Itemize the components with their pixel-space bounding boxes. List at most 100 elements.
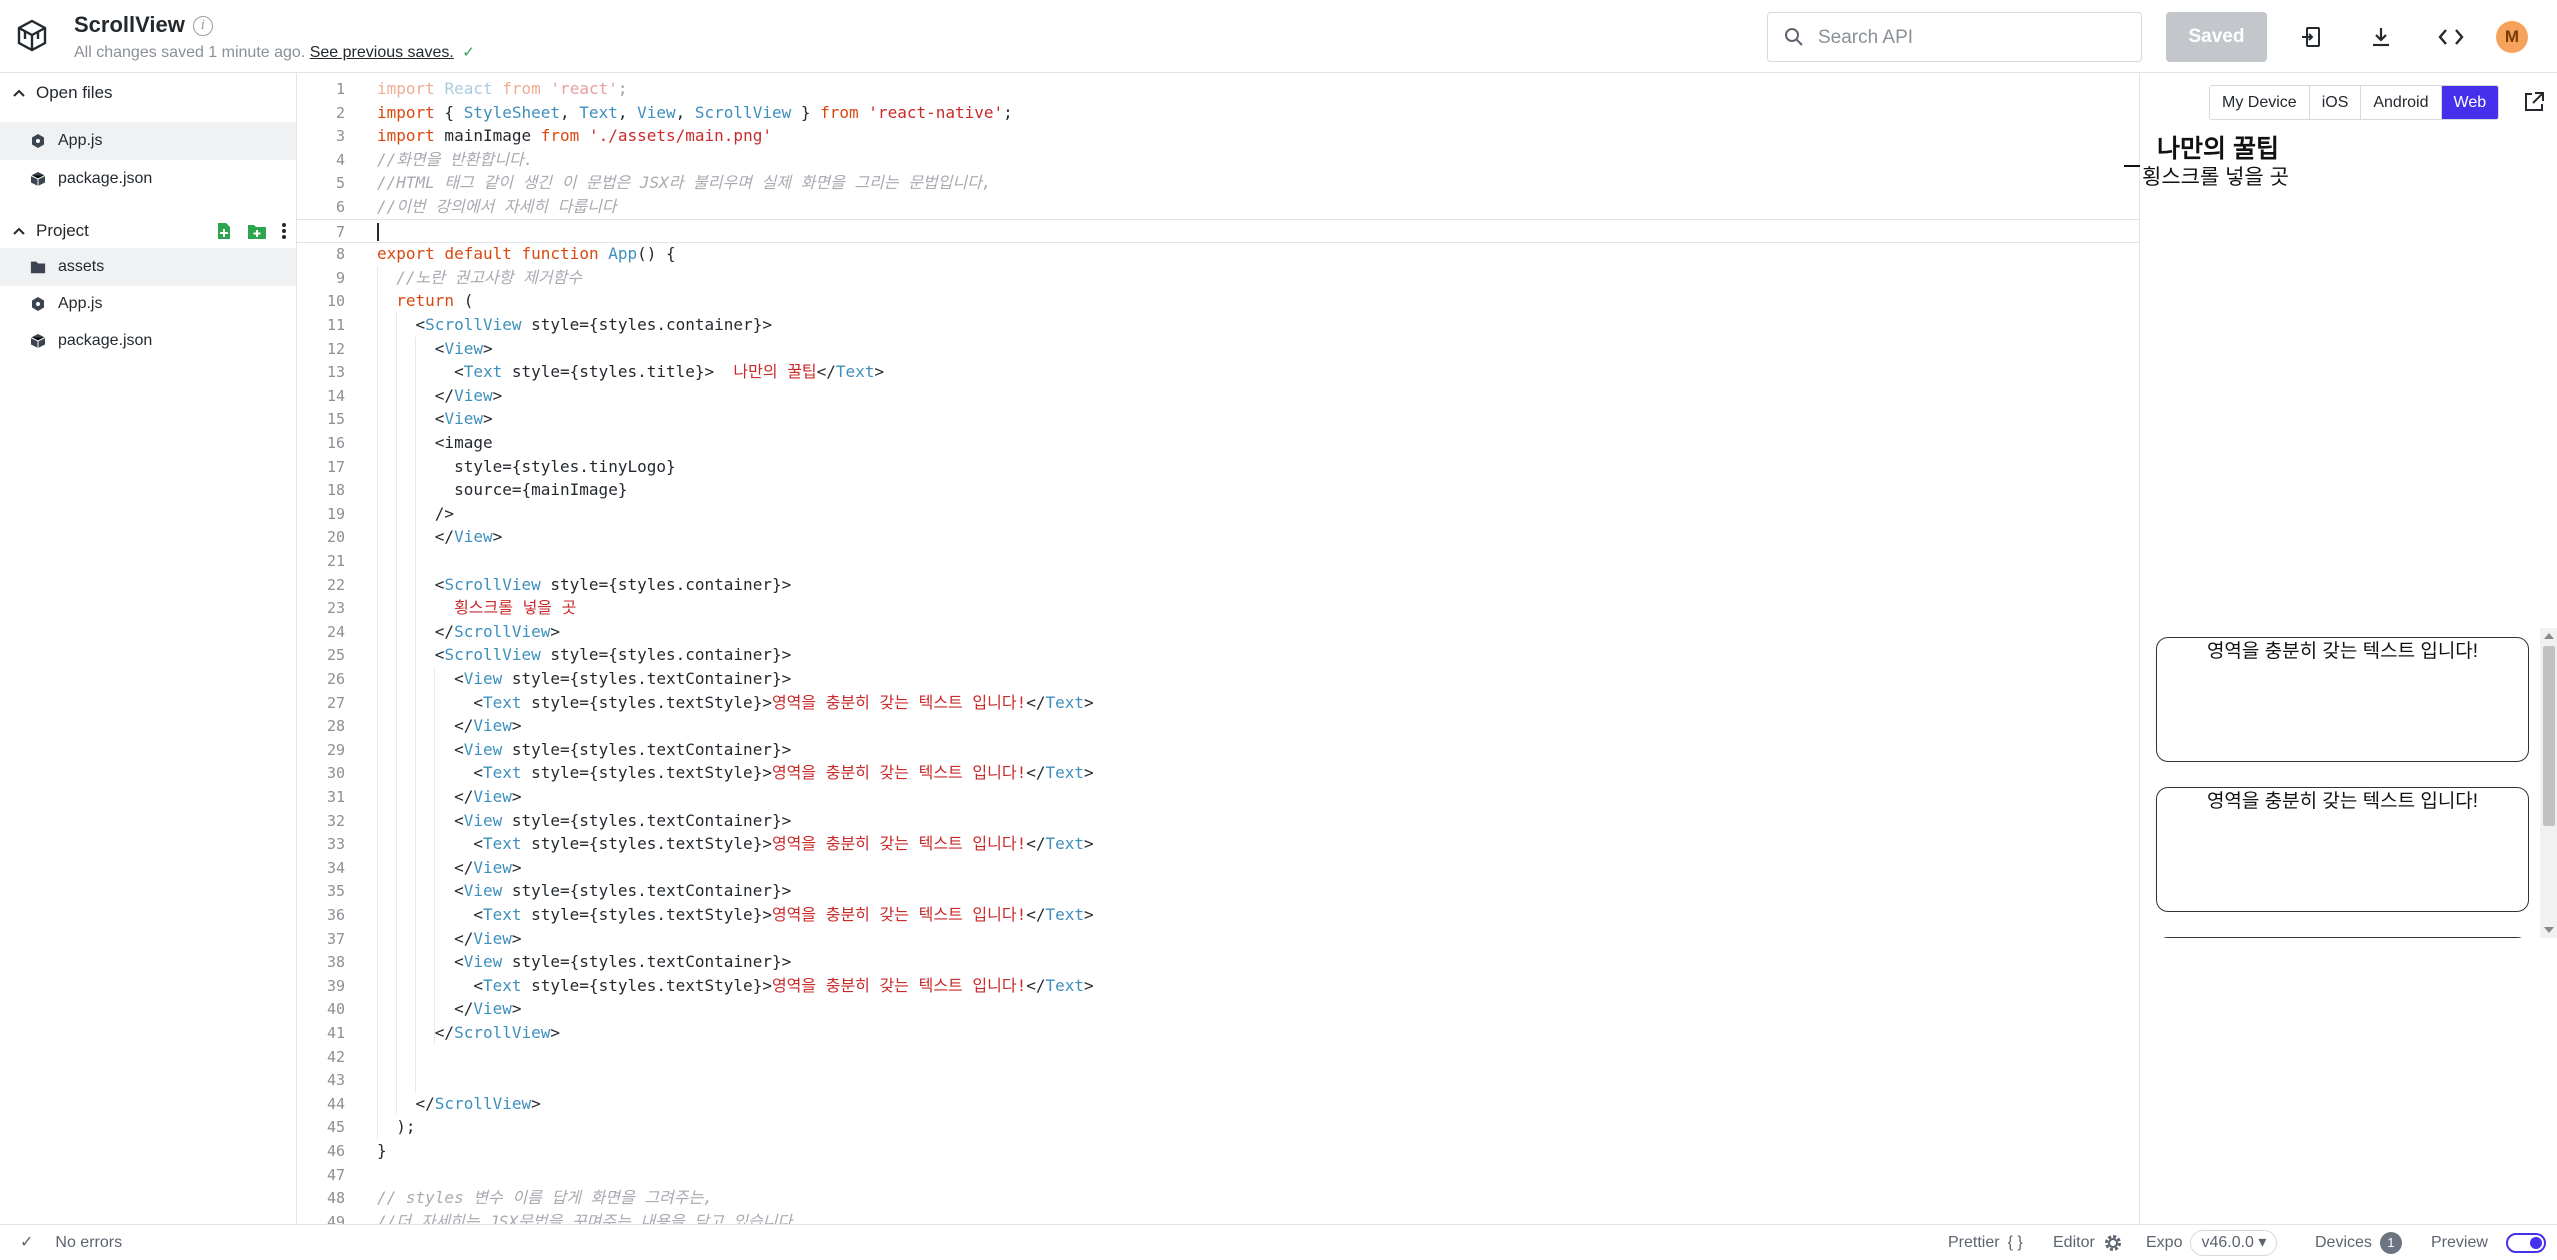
tab-ios[interactable]: iOS	[2309, 86, 2362, 119]
code-line[interactable]: 14 </View>	[297, 384, 2139, 408]
code-line[interactable]: 13 <Text style={styles.title}> 나만의 꿀팁</T…	[297, 360, 2139, 384]
editor-settings[interactable]: Editor	[2053, 1225, 2123, 1260]
code-line[interactable]: 38 <View style={styles.textContainer}>	[297, 950, 2139, 974]
code-text: return (	[396, 291, 474, 311]
code-line[interactable]: 28 </View>	[297, 714, 2139, 738]
open-files-header[interactable]: Open files	[0, 73, 297, 113]
code-line[interactable]: 29 <View style={styles.textContainer}>	[297, 738, 2139, 762]
code-line[interactable]: 34 </View>	[297, 856, 2139, 880]
code-editor[interactable]: 1 import React from 'react'; 2 import { Sty…	[297, 73, 2139, 1224]
code-line[interactable]: 37 </View>	[297, 927, 2139, 951]
preview-horizontal-scroll-text: 횡스크롤 넣을 곳	[2142, 166, 2289, 189]
code-line[interactable]: 49 //더 자세히는 JSX문법을 꾸며주는 내용을 담고 있습니다.	[297, 1210, 2139, 1224]
previous-saves-link[interactable]: See previous saves.	[310, 44, 454, 61]
code-line[interactable]: 44 </ScrollView>	[297, 1092, 2139, 1116]
line-number: 28	[326, 717, 345, 736]
prettier-toggle[interactable]: Prettier { }	[1948, 1225, 2023, 1260]
code-line[interactable]: 9 //노란 권고사항 제거함수	[297, 266, 2139, 290]
text-container-box: 영역을 충분히 갖는 텍스트 입니다!	[2156, 637, 2529, 762]
search-api-input[interactable]	[1818, 23, 2128, 53]
errors-status[interactable]: ✓ No errors	[20, 1225, 122, 1260]
embed-code-icon[interactable]	[2434, 20, 2468, 54]
code-line[interactable]: 42	[297, 1045, 2139, 1069]
code-line[interactable]: 5 //HTML 태그 같이 생긴 이 문법은 JSX라 불리우며 실제 화면을 …	[297, 171, 2139, 195]
code-line[interactable]: 46}	[297, 1139, 2139, 1163]
code-line[interactable]: 23 횡스크롤 넣을 곳	[297, 596, 2139, 620]
preview-scroll-view[interactable]: 영역을 충분히 갖는 텍스트 입니다! 영역을 충분히 갖는 텍스트 입니다! …	[2140, 553, 2557, 938]
preview-scrollbar[interactable]	[2540, 628, 2557, 938]
code-text: <Text style={styles.textStyle}>영역을 충분히 갖…	[377, 905, 1094, 924]
code-line[interactable]: 32 <View style={styles.textContainer}>	[297, 809, 2139, 833]
code-line[interactable]: 39 <Text style={styles.textStyle}>영역을 충분…	[297, 974, 2139, 998]
code-line[interactable]: 10 return (	[297, 289, 2139, 313]
code-line[interactable]: 31 </View>	[297, 785, 2139, 809]
code-line[interactable]: 16 <image	[297, 431, 2139, 455]
code-line[interactable]: 17 style={styles.tinyLogo}	[297, 455, 2139, 479]
scroll-up-arrow-icon[interactable]	[2544, 633, 2554, 639]
code-line[interactable]: 45 );	[297, 1115, 2139, 1139]
download-icon[interactable]	[2364, 20, 2398, 54]
code-line[interactable]: 15 <View>	[297, 407, 2139, 431]
code-line[interactable]: 7	[297, 218, 2139, 243]
code-line[interactable]: 1 import React from 'react';	[297, 77, 2139, 101]
scroll-down-arrow-icon[interactable]	[2544, 927, 2554, 933]
line-number: 37	[326, 929, 345, 948]
code-line[interactable]: 35 <View style={styles.textContainer}>	[297, 879, 2139, 903]
code-line[interactable]: 48 // styles 변수 이름 답게 화면을 그려주는,	[297, 1186, 2139, 1210]
code-line[interactable]: 18 source={mainImage}	[297, 478, 2139, 502]
code-line[interactable]: 20 </View>	[297, 525, 2139, 549]
code-line[interactable]: 27 <Text style={styles.textStyle}>영역을 충분…	[297, 691, 2139, 715]
open-file-app-js[interactable]: App.js	[0, 122, 296, 160]
code-line[interactable]: 19 />	[297, 502, 2139, 526]
code-line[interactable]: 36 <Text style={styles.textStyle}>영역을 충분…	[297, 903, 2139, 927]
code-line[interactable]: 33 <Text style={styles.textStyle}>영역을 충분…	[297, 832, 2139, 856]
new-file-icon[interactable]	[215, 222, 233, 240]
devices-button[interactable]: Devices 1	[2315, 1225, 2402, 1260]
code-line[interactable]: 25 <ScrollView style={styles.container}>	[297, 643, 2139, 667]
code-text: style={styles.tinyLogo}	[377, 456, 676, 476]
user-avatar[interactable]: M	[2496, 21, 2528, 53]
code-line[interactable]: 24 </ScrollView>	[297, 620, 2139, 644]
code-line[interactable]: 4 //화면을 반환합니다.	[297, 148, 2139, 172]
tab-web[interactable]: Web	[2441, 86, 2499, 119]
expo-version-dropdown[interactable]: v46.0.0 ▾	[2190, 1230, 2278, 1256]
code-line[interactable]: 2 import { StyleSheet, Text, View, Scroll…	[297, 101, 2139, 125]
line-number: 49	[326, 1212, 345, 1224]
search-api-box[interactable]	[1767, 12, 2142, 62]
preview-switch[interactable]	[2505, 1233, 2546, 1253]
code-line[interactable]: 41 </ScrollView>	[297, 1021, 2139, 1045]
code-line[interactable]: 26 <View style={styles.textContainer}>	[297, 667, 2139, 691]
code-line[interactable]: 30 <Text style={styles.textStyle}>영역을 충분…	[297, 761, 2139, 785]
expo-version-selector[interactable]: Expo v46.0.0 ▾	[2146, 1225, 2278, 1260]
code-line[interactable]: 3 import mainImage from './assets/main.pn…	[297, 124, 2139, 148]
line-number: 7	[335, 222, 345, 241]
code-line[interactable]: 6 //이번 강의에서 자세히 다룹니다	[297, 195, 2139, 219]
saved-button[interactable]: Saved	[2166, 12, 2267, 62]
code-line[interactable]: 22 <ScrollView style={styles.container}>	[297, 573, 2139, 597]
more-options-icon[interactable]	[281, 222, 287, 240]
code-line[interactable]: 12 <View>	[297, 337, 2139, 361]
project-header[interactable]: Project	[0, 211, 297, 251]
search-icon	[1785, 28, 1803, 46]
code-line[interactable]: 43	[297, 1068, 2139, 1092]
open-file-package-json[interactable]: package.json	[0, 160, 296, 198]
snack-logo-icon[interactable]	[14, 18, 50, 54]
preview-toggle[interactable]: Preview	[2431, 1225, 2546, 1260]
code-line[interactable]: 40 </View>	[297, 997, 2139, 1021]
code-line[interactable]: 11 <ScrollView style={styles.container}>	[297, 313, 2139, 337]
code-line[interactable]: 21	[297, 549, 2139, 573]
project-file-package-json[interactable]: package.json	[0, 322, 296, 360]
tab-my-device[interactable]: My Device	[2210, 86, 2310, 119]
info-icon[interactable]: i	[193, 16, 213, 36]
scrollbar-thumb[interactable]	[2543, 646, 2555, 826]
tab-android[interactable]: Android	[2361, 86, 2442, 119]
import-icon[interactable]	[2294, 20, 2328, 54]
project-file-app-js[interactable]: App.js	[0, 285, 296, 323]
code-line[interactable]: 8 export default function App() {	[297, 242, 2139, 266]
line-number: 3	[335, 127, 345, 146]
project-title[interactable]: ScrollView	[74, 12, 185, 38]
new-folder-icon[interactable]	[247, 222, 267, 240]
open-in-new-window-icon[interactable]	[2523, 91, 2547, 115]
code-line[interactable]: 47	[297, 1163, 2139, 1187]
project-folder-assets[interactable]: assets	[0, 248, 296, 286]
